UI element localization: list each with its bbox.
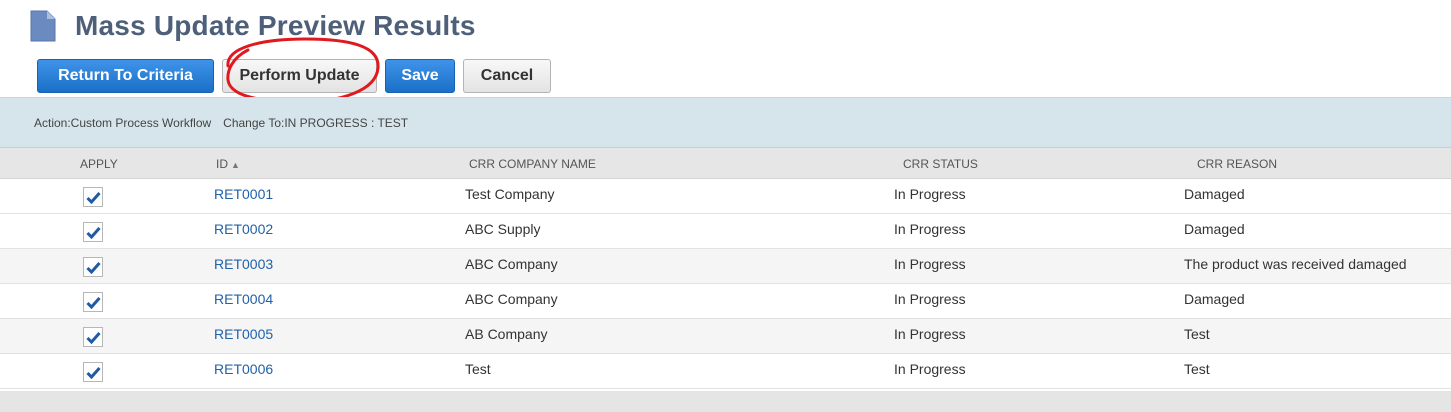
- reason-text: Damaged: [1184, 291, 1245, 307]
- table-row: RET0002 ABC Supply In Progress Damaged: [0, 214, 1451, 249]
- apply-checkbox[interactable]: [83, 292, 103, 312]
- record-id-link[interactable]: RET0005: [214, 326, 273, 342]
- record-id-link[interactable]: RET0002: [214, 221, 273, 237]
- reason-text: The product was received damaged: [1184, 256, 1407, 272]
- page-title: Mass Update Preview Results: [75, 10, 476, 41]
- company-name: Test Company: [465, 186, 555, 202]
- action-text: Action:Custom Process Workflow: [34, 115, 212, 130]
- results-table: APPLY ID ▲ CRR COMPANY NAME CRR STATUS CR…: [0, 147, 1451, 389]
- record-id-link[interactable]: RET0006: [214, 361, 273, 377]
- header-id-label: ID: [216, 157, 228, 171]
- update-info-bar: Action:Custom Process Workflow Change To…: [0, 97, 1451, 147]
- record-id-link[interactable]: RET0004: [214, 291, 273, 307]
- table-row: RET0001 Test Company In Progress Damaged: [0, 179, 1451, 214]
- page-header: Mass Update Preview Results: [30, 8, 476, 44]
- company-name: ABC Supply: [465, 221, 541, 237]
- table-row: RET0006 Test In Progress Test: [0, 354, 1451, 389]
- table-footer: [0, 391, 1451, 412]
- header-company-name[interactable]: CRR COMPANY NAME: [469, 157, 596, 171]
- apply-checkbox[interactable]: [83, 362, 103, 382]
- sort-ascending-icon: ▲: [231, 160, 240, 170]
- document-icon: [30, 10, 56, 42]
- record-id-link[interactable]: RET0003: [214, 256, 273, 272]
- reason-text: Damaged: [1184, 221, 1245, 237]
- status-text: In Progress: [894, 291, 966, 307]
- header-id[interactable]: ID ▲: [216, 157, 240, 171]
- checkmark-icon: [86, 332, 101, 344]
- reason-text: Damaged: [1184, 186, 1245, 202]
- record-id-link[interactable]: RET0001: [214, 186, 273, 202]
- checkmark-icon: [86, 297, 101, 309]
- status-text: In Progress: [894, 186, 966, 202]
- table-header: APPLY ID ▲ CRR COMPANY NAME CRR STATUS CR…: [0, 147, 1451, 179]
- cancel-button[interactable]: Cancel: [463, 59, 551, 93]
- apply-checkbox[interactable]: [83, 222, 103, 242]
- header-apply[interactable]: APPLY: [80, 157, 118, 171]
- reason-text: Test: [1184, 326, 1210, 342]
- change-to-text: Change To:IN PROGRESS : TEST: [223, 115, 409, 130]
- status-text: In Progress: [894, 221, 966, 237]
- checkmark-icon: [86, 262, 101, 274]
- apply-checkbox[interactable]: [83, 187, 103, 207]
- save-button[interactable]: Save: [385, 59, 455, 93]
- return-to-criteria-button[interactable]: Return To Criteria: [37, 59, 214, 93]
- company-name: ABC Company: [465, 291, 558, 307]
- status-text: In Progress: [894, 326, 966, 342]
- company-name: Test: [465, 361, 491, 377]
- checkmark-icon: [86, 227, 101, 239]
- apply-checkbox[interactable]: [83, 327, 103, 347]
- header-status[interactable]: CRR STATUS: [903, 157, 978, 171]
- checkmark-icon: [86, 192, 101, 204]
- company-name: ABC Company: [465, 256, 558, 272]
- perform-update-button[interactable]: Perform Update: [222, 59, 377, 93]
- status-text: In Progress: [894, 256, 966, 272]
- table-row: RET0004 ABC Company In Progress Damaged: [0, 284, 1451, 319]
- table-row: RET0003 ABC Company In Progress The prod…: [0, 249, 1451, 284]
- status-text: In Progress: [894, 361, 966, 377]
- toolbar: Return To Criteria Perform Update Save C…: [37, 59, 559, 93]
- company-name: AB Company: [465, 326, 548, 342]
- checkmark-icon: [86, 367, 101, 379]
- reason-text: Test: [1184, 361, 1210, 377]
- table-row: RET0005 AB Company In Progress Test: [0, 319, 1451, 354]
- apply-checkbox[interactable]: [83, 257, 103, 277]
- header-reason[interactable]: CRR REASON: [1197, 157, 1277, 171]
